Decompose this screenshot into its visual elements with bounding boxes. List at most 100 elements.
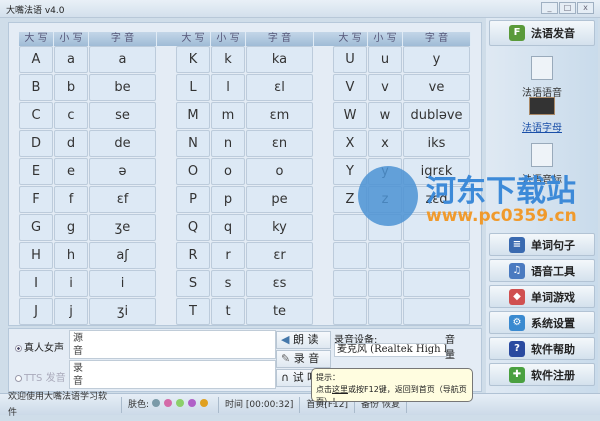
lowercase-cell[interactable]: y (368, 158, 402, 185)
sidebar-french-pronunciation[interactable]: F 法语发音 (489, 20, 595, 46)
pronunciation-cell[interactable]: y (403, 46, 470, 73)
pronunciation-cell[interactable]: se (89, 102, 156, 129)
lowercase-cell[interactable]: p (211, 186, 245, 213)
tooltip-home-link[interactable]: 这里 (332, 385, 348, 394)
sidebar-button[interactable]: ? 软件帮助 (489, 337, 595, 360)
lowercase-cell[interactable]: q (211, 214, 245, 241)
pronunciation-cell[interactable]: dubləve (403, 102, 470, 129)
uppercase-cell[interactable]: M (176, 102, 210, 129)
pronunciation-cell[interactable]: ve (403, 74, 470, 101)
pronunciation-cell[interactable]: o (246, 158, 313, 185)
lowercase-cell[interactable]: x (368, 130, 402, 157)
sidebar-button[interactable]: ◆ 单词游戏 (489, 285, 595, 308)
uppercase-cell[interactable]: D (19, 130, 53, 157)
pronunciation-cell[interactable]: ɛm (246, 102, 313, 129)
uppercase-cell[interactable]: S (176, 270, 210, 297)
nav-french-phonetics[interactable]: 法语语音 (486, 56, 598, 99)
radio-real-voice[interactable]: 真人女声 (15, 339, 64, 354)
sidebar-button[interactable]: ♫ 语音工具 (489, 259, 595, 282)
uppercase-cell[interactable] (333, 298, 367, 325)
uppercase-cell[interactable]: R (176, 242, 210, 269)
lowercase-cell[interactable]: t (211, 298, 245, 325)
lowercase-cell[interactable]: h (54, 242, 88, 269)
sidebar-button[interactable]: ✚ 软件注册 (489, 363, 595, 386)
skin-color-swatch[interactable] (200, 398, 209, 407)
pronunciation-cell[interactable] (403, 214, 470, 241)
lowercase-cell[interactable]: b (54, 74, 88, 101)
skin-color-swatch[interactable] (188, 398, 197, 407)
pronunciation-cell[interactable]: pe (246, 186, 313, 213)
uppercase-cell[interactable]: O (176, 158, 210, 185)
uppercase-cell[interactable] (333, 214, 367, 241)
pronunciation-cell[interactable]: ɛl (246, 74, 313, 101)
lowercase-cell[interactable]: a (54, 46, 88, 73)
read-button[interactable]: ◀ 朗 读 (276, 331, 331, 349)
uppercase-cell[interactable]: H (19, 242, 53, 269)
lowercase-cell[interactable]: v (368, 74, 402, 101)
lowercase-cell[interactable]: e (54, 158, 88, 185)
skin-color-swatch[interactable] (164, 398, 173, 407)
pronunciation-cell[interactable]: ɛf (89, 186, 156, 213)
pronunciation-cell[interactable]: be (89, 74, 156, 101)
pronunciation-cell[interactable]: ɛs (246, 270, 313, 297)
pronunciation-cell[interactable]: te (246, 298, 313, 325)
pronunciation-cell[interactable]: ə (89, 158, 156, 185)
uppercase-cell[interactable] (333, 242, 367, 269)
sidebar-button[interactable]: ≡ 单词句子 (489, 233, 595, 256)
pronunciation-cell[interactable]: ka (246, 46, 313, 73)
uppercase-cell[interactable]: Q (176, 214, 210, 241)
uppercase-cell[interactable]: I (19, 270, 53, 297)
pronunciation-cell[interactable] (403, 242, 470, 269)
uppercase-cell[interactable]: N (176, 130, 210, 157)
uppercase-cell[interactable]: X (333, 130, 367, 157)
uppercase-cell[interactable]: A (19, 46, 53, 73)
uppercase-cell[interactable]: Z (333, 186, 367, 213)
skin-color-swatch[interactable] (176, 398, 185, 407)
pronunciation-cell[interactable] (403, 270, 470, 297)
lowercase-cell[interactable]: m (211, 102, 245, 129)
uppercase-cell[interactable]: W (333, 102, 367, 129)
close-button[interactable]: x (577, 2, 594, 14)
lowercase-cell[interactable] (368, 270, 402, 297)
lowercase-cell[interactable]: r (211, 242, 245, 269)
lowercase-cell[interactable]: j (54, 298, 88, 325)
uppercase-cell[interactable]: P (176, 186, 210, 213)
lowercase-cell[interactable] (368, 214, 402, 241)
pronunciation-cell[interactable]: ʒe (89, 214, 156, 241)
lowercase-cell[interactable]: o (211, 158, 245, 185)
lowercase-cell[interactable]: d (54, 130, 88, 157)
uppercase-cell[interactable]: U (333, 46, 367, 73)
pronunciation-cell[interactable]: de (89, 130, 156, 157)
pronunciation-cell[interactable]: aʃ (89, 242, 156, 269)
lowercase-cell[interactable]: g (54, 214, 88, 241)
record-audio-box[interactable]: 录音 (69, 360, 276, 389)
pronunciation-cell[interactable] (403, 298, 470, 325)
lowercase-cell[interactable]: z (368, 186, 402, 213)
lowercase-cell[interactable]: u (368, 46, 402, 73)
lowercase-cell[interactable]: l (211, 74, 245, 101)
pronunciation-cell[interactable]: zɛd (403, 186, 470, 213)
uppercase-cell[interactable] (333, 270, 367, 297)
lowercase-cell[interactable] (368, 298, 402, 325)
lowercase-cell[interactable]: f (54, 186, 88, 213)
uppercase-cell[interactable]: G (19, 214, 53, 241)
lowercase-cell[interactable]: w (368, 102, 402, 129)
uppercase-cell[interactable]: F (19, 186, 53, 213)
radio-tts[interactable]: TTS 发音 (15, 369, 66, 384)
uppercase-cell[interactable]: V (333, 74, 367, 101)
lowercase-cell[interactable]: k (211, 46, 245, 73)
uppercase-cell[interactable]: E (19, 158, 53, 185)
pronunciation-cell[interactable]: ʒi (89, 298, 156, 325)
uppercase-cell[interactable]: K (176, 46, 210, 73)
pronunciation-cell[interactable]: a (89, 46, 156, 73)
uppercase-cell[interactable]: Y (333, 158, 367, 185)
sidebar-button[interactable]: ⚙ 系统设置 (489, 311, 595, 334)
maximize-button[interactable]: □ (559, 2, 576, 14)
record-button[interactable]: ✎ 录 音 (276, 350, 331, 368)
lowercase-cell[interactable]: i (54, 270, 88, 297)
pronunciation-cell[interactable]: igrɛk (403, 158, 470, 185)
pronunciation-cell[interactable]: i (89, 270, 156, 297)
uppercase-cell[interactable]: B (19, 74, 53, 101)
uppercase-cell[interactable]: L (176, 74, 210, 101)
nav-french-ipa[interactable]: 法语音标 (486, 143, 598, 186)
